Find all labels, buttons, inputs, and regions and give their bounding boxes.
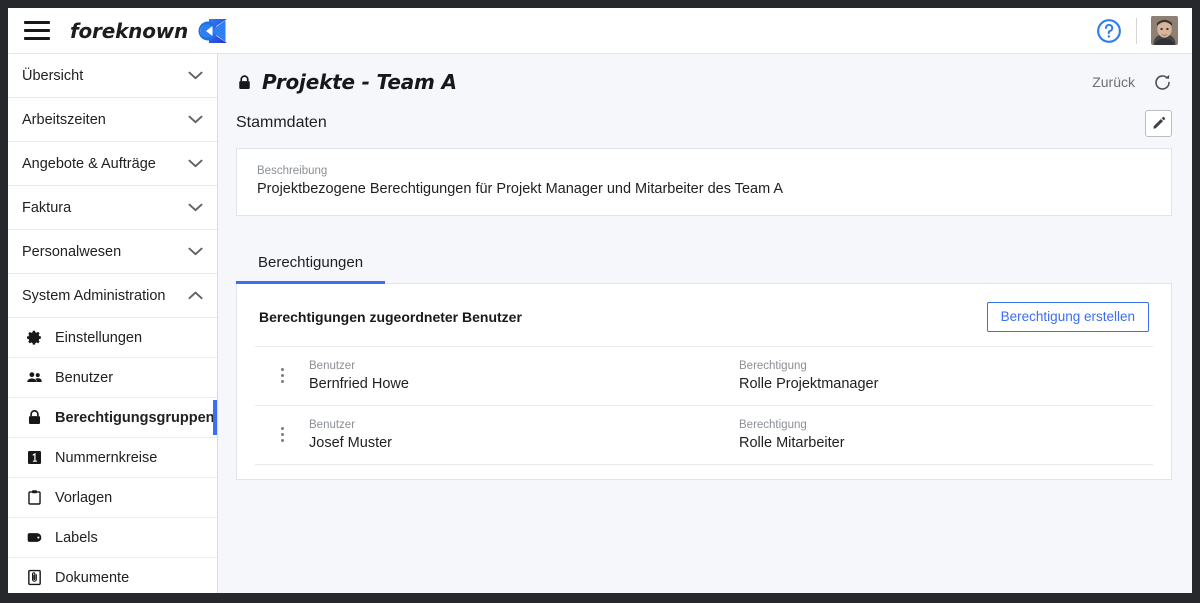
cell-user: Benutzer Bernfried Howe	[309, 360, 739, 392]
sidebar-item-benutzer[interactable]: Benutzer	[8, 358, 217, 398]
window-frame: foreknown Übersicht Arbeitszeiten Angebo…	[0, 0, 1200, 603]
brand-name: foreknown	[70, 18, 189, 43]
description-label: Beschreibung	[257, 165, 328, 177]
chevron-down-icon	[188, 115, 203, 124]
cell-value: Rolle Projektmanager	[739, 375, 879, 392]
page-header: Projekte - Team A Zurück	[218, 54, 1192, 104]
table-row[interactable]: Benutzer Bernfried Howe Berechtigung Rol…	[255, 345, 1153, 405]
sidebar-group-label: System Administration	[22, 287, 166, 304]
cell-value: Josef Muster	[309, 434, 392, 451]
tab-berechtigungen[interactable]: Berechtigungen	[236, 242, 386, 284]
sidebar-group-label: Arbeitszeiten	[22, 111, 106, 128]
refresh-icon[interactable]	[1153, 73, 1172, 92]
section-header: Stammdaten	[218, 104, 1192, 142]
permissions-panel-header: Berechtigungen zugeordneter Benutzer Ber…	[255, 300, 1153, 346]
back-link[interactable]: Zurück	[1092, 74, 1135, 90]
gear-icon	[26, 330, 41, 345]
sidebar-item-nummernkreise[interactable]: Nummernkreise	[8, 438, 217, 478]
brand[interactable]: foreknown	[70, 17, 229, 45]
application-window: foreknown Übersicht Arbeitszeiten Angebo…	[8, 8, 1192, 593]
cell-permission: Berechtigung Rolle Mitarbeiter	[739, 419, 1153, 451]
cell-user: Benutzer Josef Muster	[309, 419, 739, 451]
page-title: Projekte - Team A	[262, 70, 457, 94]
sidebar-item-label: Berechtigungsgruppen	[55, 409, 215, 426]
cell-permission: Berechtigung Rolle Projektmanager	[739, 360, 1153, 392]
sidebar-item-label: Nummernkreise	[55, 449, 158, 466]
cell-value: Rolle Mitarbeiter	[739, 434, 845, 451]
top-bar-actions	[1096, 16, 1178, 45]
sidebar-group-system-administration[interactable]: System Administration	[8, 274, 217, 318]
clipboard-icon	[28, 490, 41, 505]
chevron-up-icon	[188, 291, 203, 300]
kebab-menu-icon[interactable]	[269, 427, 295, 442]
sidebar-item-label: Einstellungen	[55, 329, 143, 346]
sidebar-item-label: Benutzer	[55, 369, 114, 386]
tab-label: Berechtigungen	[258, 254, 364, 271]
foreknown-logo-icon	[198, 18, 228, 43]
chevron-down-icon	[188, 71, 203, 80]
description-value: Projektbezogene Berechtigungen für Proje…	[257, 181, 784, 197]
tag-icon	[27, 533, 42, 542]
permissions-panel: Berechtigungen zugeordneter Benutzer Ber…	[236, 284, 1172, 480]
sidebar: Übersicht Arbeitszeiten Angebote & Auftr…	[8, 54, 218, 593]
avatar[interactable]	[1151, 16, 1178, 45]
sidebar-item-dokumente[interactable]: Dokumente	[8, 558, 217, 593]
cell-label: Berechtigung	[739, 418, 807, 431]
sidebar-group-label: Personalwesen	[22, 243, 122, 260]
kebab-menu-icon[interactable]	[269, 368, 295, 383]
top-bar: foreknown	[8, 8, 1192, 54]
sidebar-item-labels[interactable]: Labels	[8, 518, 217, 558]
main-content: Projekte - Team A Zurück Stammdaten Besc…	[218, 54, 1192, 593]
sidebar-group-angebote-auftraege[interactable]: Angebote & Aufträge	[8, 142, 217, 186]
create-permission-button[interactable]: Berechtigung erstellen	[986, 302, 1149, 332]
sidebar-group-label: Faktura	[22, 199, 72, 216]
chevron-down-icon	[188, 159, 203, 168]
sidebar-group-arbeitszeiten[interactable]: Arbeitszeiten	[8, 98, 217, 142]
sidebar-item-vorlagen[interactable]: Vorlagen	[8, 478, 217, 518]
stammdaten-card: Beschreibung Projektbezogene Berechtigun…	[236, 148, 1172, 216]
cell-label: Benutzer	[309, 418, 356, 431]
permissions-title: Berechtigungen zugeordneter Benutzer	[259, 308, 522, 325]
document-icon	[28, 569, 41, 586]
sidebar-item-label: Vorlagen	[55, 489, 113, 506]
lock-icon	[239, 74, 250, 89]
sidebar-group-uebersicht[interactable]: Übersicht	[8, 54, 217, 98]
number-box-icon	[27, 450, 42, 465]
edit-button[interactable]	[1145, 109, 1172, 137]
hamburger-icon[interactable]	[24, 21, 50, 40]
body: Übersicht Arbeitszeiten Angebote & Auftr…	[8, 54, 1192, 593]
divider	[1136, 17, 1137, 44]
lock-icon	[28, 410, 41, 425]
sidebar-group-personalwesen[interactable]: Personalwesen	[8, 230, 217, 274]
cell-value: Bernfried Howe	[309, 375, 409, 392]
table-row[interactable]: Benutzer Josef Muster Berechtigung Rolle…	[255, 404, 1153, 465]
section-title: Stammdaten	[236, 114, 327, 131]
sidebar-group-faktura[interactable]: Faktura	[8, 186, 217, 230]
tab-bar: Berechtigungen	[236, 242, 1172, 284]
sidebar-item-berechtigungsgruppen[interactable]: Berechtigungsgruppen	[8, 398, 217, 438]
sidebar-item-label: Dokumente	[55, 569, 130, 586]
help-circle-icon[interactable]	[1096, 18, 1122, 44]
chevron-down-icon	[188, 203, 203, 212]
sidebar-group-label: Übersicht	[22, 67, 84, 84]
users-icon	[27, 372, 42, 383]
sidebar-item-label: Labels	[55, 529, 98, 546]
cell-label: Berechtigung	[739, 359, 807, 372]
chevron-down-icon	[188, 247, 203, 256]
cell-label: Benutzer	[309, 359, 356, 372]
pencil-icon	[1153, 116, 1165, 129]
page-header-actions: Zurück	[1092, 73, 1172, 92]
sidebar-group-label: Angebote & Aufträge	[22, 155, 156, 172]
sidebar-item-einstellungen[interactable]: Einstellungen	[8, 318, 217, 358]
